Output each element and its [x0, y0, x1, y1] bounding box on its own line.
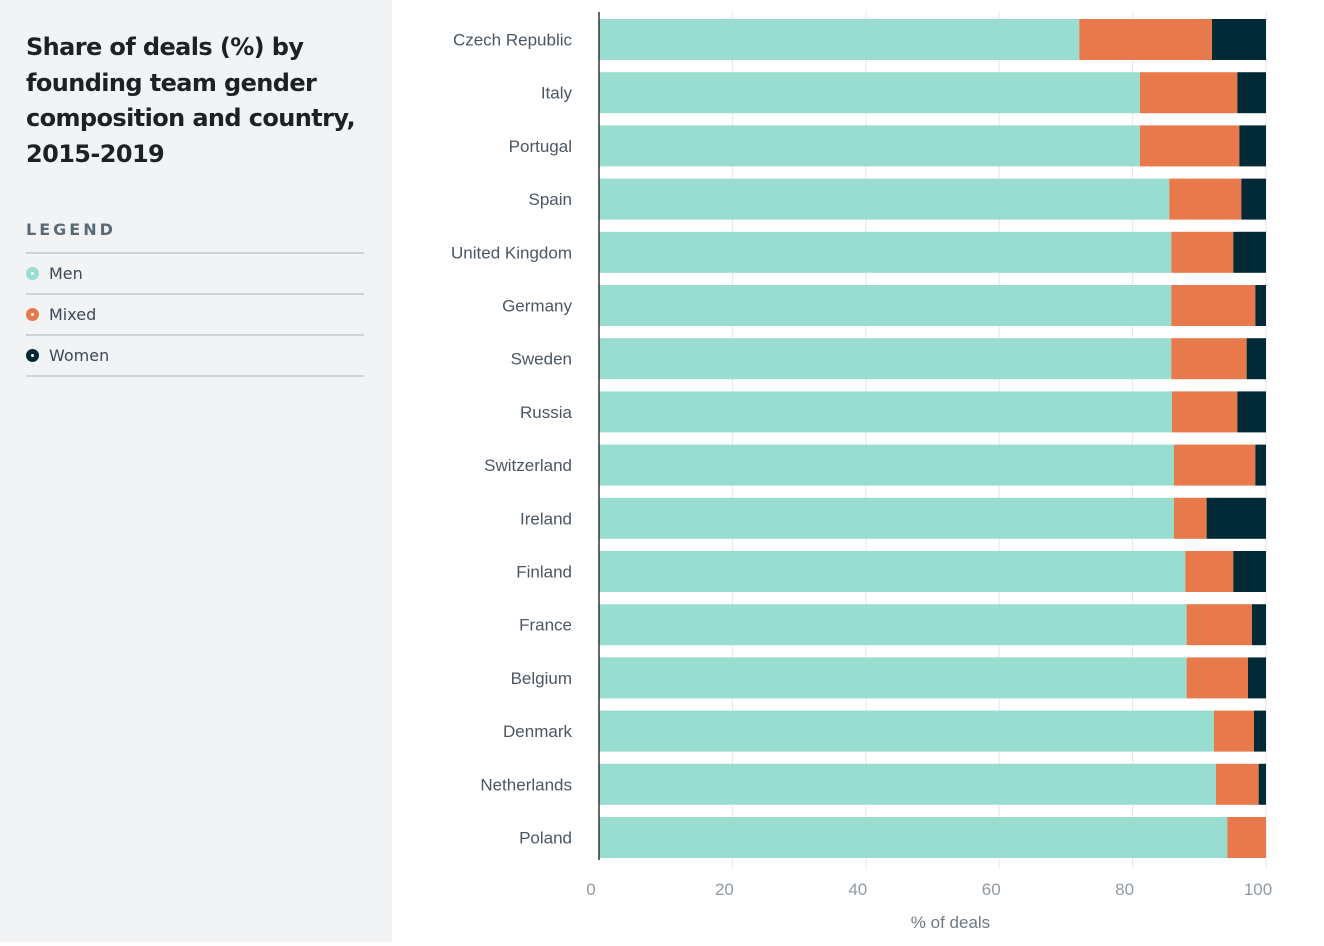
- chart-area: Czech Republic Italy Portugal Spain United K…: [392, 0, 1324, 942]
- bar-men-spain: [599, 178, 1170, 220]
- x-tick-label: 20: [715, 880, 734, 899]
- y-tick-label: Germany: [502, 297, 572, 316]
- bar-men-switzerland: [599, 444, 1174, 486]
- bar-mixed-netherlands: [1215, 763, 1259, 805]
- bar-men-finland: [599, 551, 1186, 592]
- bar-men-portugal: [599, 125, 1140, 167]
- y-tick-label: Netherlands: [480, 775, 572, 794]
- bar-mixed-sweden: [1171, 338, 1247, 380]
- y-tick-label: Czech Republic: [453, 31, 573, 50]
- bar-women-switzerland: [1255, 444, 1266, 486]
- y-tick-label: Belgium: [511, 669, 572, 688]
- y-tick-label: Italy: [541, 84, 573, 103]
- x-tick-label: 100: [1244, 880, 1272, 899]
- legend: Men Mixed Women: [26, 252, 364, 377]
- x-tick-label: 40: [848, 880, 867, 899]
- bar-women-sweden: [1246, 338, 1266, 380]
- bar-mixed-denmark: [1213, 710, 1254, 752]
- x-tick-label: 80: [1115, 880, 1134, 899]
- bar-women-germany: [1255, 285, 1266, 326]
- bar-men-germany: [599, 285, 1172, 326]
- bar-women-ireland: [1206, 497, 1266, 539]
- y-tick-label: Switzerland: [484, 456, 572, 475]
- y-tick-label: Ireland: [520, 509, 572, 528]
- legend-label: Men: [49, 264, 83, 283]
- x-tick-label: 60: [982, 880, 1001, 899]
- chart-title: Share of deals (%) by founding team gend…: [26, 33, 356, 168]
- legend-label: Women: [49, 346, 110, 365]
- bar-women-finland: [1233, 551, 1266, 592]
- bar-mixed-france: [1186, 604, 1252, 646]
- bar-mixed-spain: [1169, 178, 1242, 220]
- y-tick-label: Spain: [529, 190, 572, 209]
- bar-women-portugal: [1239, 125, 1266, 167]
- bar-mixed-portugal: [1139, 125, 1240, 167]
- legend-label: Mixed: [49, 305, 97, 324]
- bar-women-denmark: [1253, 710, 1266, 752]
- bar-men-czech-republic: [599, 19, 1080, 60]
- x-tick-label: 0: [586, 880, 595, 899]
- bar-mixed-czech-republic: [1079, 19, 1212, 60]
- bar-mixed-finland: [1185, 551, 1234, 592]
- women-circle-icon: [26, 349, 39, 362]
- bar-women-netherlands: [1258, 763, 1266, 805]
- x-axis-title: % of deals: [911, 913, 990, 932]
- legend-heading: LEGEND: [26, 220, 116, 239]
- y-tick-label: United Kingdom: [451, 243, 572, 262]
- bar-women-france: [1251, 604, 1266, 646]
- stacked-bar-chart: Czech Republic Italy Portugal Spain United K…: [392, 0, 1324, 942]
- bar-mixed-poland: [1227, 817, 1266, 858]
- legend-item-mixed[interactable]: Mixed: [26, 295, 364, 336]
- bar-women-united-kingdom: [1233, 231, 1266, 273]
- y-tick-label: Denmark: [503, 722, 572, 741]
- bar-women-czech-republic: [1211, 19, 1266, 60]
- y-tick-label: Finland: [516, 563, 572, 582]
- bar-mixed-ireland: [1173, 497, 1207, 539]
- bar-mixed-switzerland: [1173, 444, 1256, 486]
- bar-men-united-kingdom: [599, 231, 1172, 273]
- bar-mixed-italy: [1139, 72, 1238, 114]
- bar-mixed-germany: [1171, 285, 1256, 326]
- bar-men-denmark: [599, 710, 1214, 752]
- bar-men-netherlands: [599, 763, 1216, 805]
- bar-women-italy: [1237, 72, 1266, 114]
- bar-men-russia: [599, 391, 1172, 433]
- bar-women-spain: [1241, 178, 1266, 220]
- bar-women-belgium: [1247, 657, 1266, 699]
- bar-men-italy: [599, 72, 1140, 114]
- sidebar-panel: Share of deals (%) by founding team gend…: [0, 0, 392, 942]
- bar-men-poland: [599, 817, 1228, 858]
- legend-item-men[interactable]: Men: [26, 254, 364, 295]
- mixed-circle-icon: [26, 308, 39, 321]
- bar-men-france: [599, 604, 1187, 646]
- bar-mixed-united-kingdom: [1171, 231, 1234, 273]
- y-tick-label: Portugal: [509, 137, 572, 156]
- y-tick-label: Sweden: [511, 350, 572, 369]
- bar-men-sweden: [599, 338, 1172, 380]
- y-tick-label: France: [519, 616, 572, 635]
- bar-men-ireland: [599, 497, 1174, 539]
- legend-item-women[interactable]: Women: [26, 336, 364, 377]
- men-circle-icon: [26, 267, 39, 280]
- bar-men-belgium: [599, 657, 1187, 699]
- bar-mixed-russia: [1171, 391, 1238, 433]
- y-tick-label: Russia: [520, 403, 573, 422]
- y-tick-label: Poland: [519, 829, 572, 848]
- bar-mixed-belgium: [1186, 657, 1248, 699]
- bar-women-russia: [1237, 391, 1266, 433]
